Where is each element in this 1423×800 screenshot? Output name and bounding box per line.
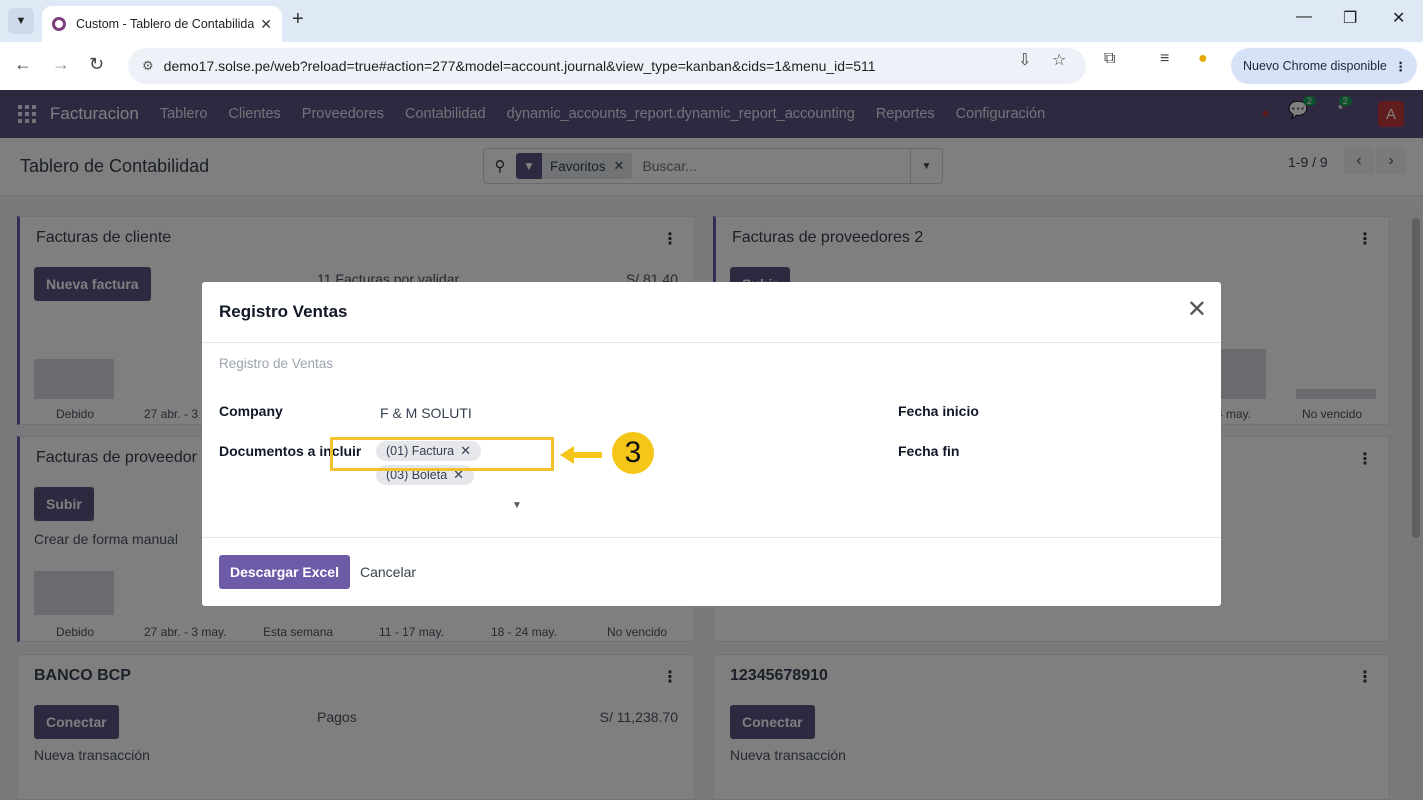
odoo-favicon-icon [52, 17, 66, 31]
kebab-menu-icon[interactable]: ⋮ [1395, 59, 1408, 74]
end-date-label: Fecha fin [898, 443, 960, 459]
modal-title: Registro Ventas [219, 302, 348, 321]
restore-button[interactable]: ❐ [1343, 8, 1357, 28]
close-window-button[interactable]: ✕ [1392, 8, 1405, 28]
browser-toolbar: ← → ↻ ⚙ demo17.solse.pe/web?reload=true#… [0, 42, 1423, 90]
address-bar[interactable]: ⚙ demo17.solse.pe/web?reload=true#action… [128, 48, 1086, 84]
profile-icon[interactable]: ● [1198, 50, 1208, 68]
install-app-icon[interactable]: ⇩ [1018, 50, 1031, 70]
new-tab-button[interactable]: + [292, 8, 304, 31]
extensions-icon[interactable]: ⧉ [1104, 50, 1115, 68]
chrome-update-button[interactable]: Nuevo Chrome disponible ⋮ [1231, 48, 1417, 84]
pointer-arrow-icon [560, 446, 602, 464]
tab-search-button[interactable]: ▼ [8, 8, 34, 34]
modal-footer: Descargar Excel Cancelar [202, 537, 1221, 606]
start-date-label: Fecha inicio [898, 403, 979, 419]
modal-header: Registro Ventas ✕ [202, 282, 1221, 343]
reload-icon[interactable]: ↻ [89, 54, 104, 75]
step-number-badge: 3 [612, 432, 654, 474]
modal-subtitle: Registro de Ventas [219, 356, 334, 371]
company-label: Company [219, 403, 283, 419]
bookmark-star-icon[interactable]: ☆ [1052, 50, 1066, 70]
minimize-button[interactable]: — [1296, 8, 1312, 26]
cancel-button[interactable]: Cancelar [360, 564, 416, 580]
close-icon[interactable]: ✕ [1187, 298, 1207, 322]
documents-dropdown-icon[interactable]: ▼ [512, 500, 522, 511]
download-excel-button[interactable]: Descargar Excel [219, 555, 350, 589]
media-control-icon[interactable]: ≡ [1160, 50, 1169, 68]
back-icon[interactable]: ← [14, 54, 32, 75]
highlight-box [330, 437, 554, 471]
close-tab-icon[interactable]: ✕ [260, 16, 272, 33]
tab-title: Custom - Tablero de Contabilidad [76, 17, 254, 31]
chrome-update-label: Nuevo Chrome disponible [1243, 59, 1387, 73]
browser-tabbar: ▼ Custom - Tablero de Contabilidad ✕ + —… [0, 0, 1423, 42]
site-info-icon[interactable]: ⚙ [142, 58, 154, 74]
forward-icon[interactable]: → [52, 54, 70, 75]
url-text: demo17.solse.pe/web?reload=true#action=2… [163, 58, 876, 74]
company-field[interactable]: F & M SOLUTI [380, 405, 472, 421]
browser-tab[interactable]: Custom - Tablero de Contabilidad ✕ [42, 6, 282, 42]
